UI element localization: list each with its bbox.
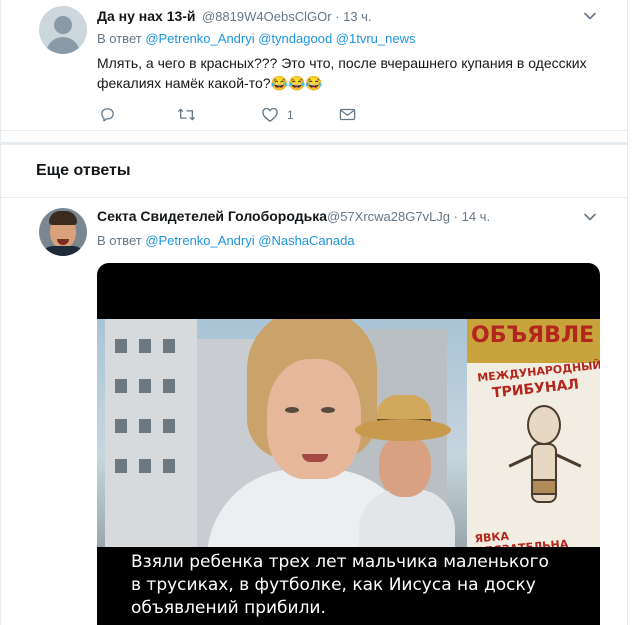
tweet-time[interactable]: · 14 ч. (454, 209, 490, 224)
twitter-replies-page: Да ну нах 13-й @8819W4OebsClGOr · 13 ч. … (0, 0, 640, 625)
tweet-author-name[interactable]: Секта Свидетелей Голобородька (97, 208, 327, 224)
woman-eye-shape (321, 407, 335, 413)
caption-line: в трусиках, в футболке, как Иисуса на до… (131, 575, 536, 595)
poster-title: ОБЪЯВЛЕ (471, 323, 595, 348)
avatar-photo[interactable] (39, 208, 87, 256)
media-photo-scene: ОБЪЯВЛЕ МЕЖДУНАРОДНЫЙ ТРИБУНАЛ ЯВКА ОБЯЗ… (97, 319, 600, 547)
reply-to-line: В ответ @Petrenko_Andryi @tyndagood @1tv… (97, 31, 415, 46)
caption-line: Взяли ребенка трех лет мальчика маленько… (131, 552, 549, 572)
woman-eye-shape (285, 407, 299, 413)
handle-text[interactable]: @57Xrcwa28G7vLJg (327, 209, 450, 224)
retweet-button[interactable] (177, 106, 261, 123)
tweet-text-line: Млять, а чего в красных??? Это что, посл… (97, 55, 587, 71)
tweet-author-name[interactable]: Да ну нах 13-й (97, 8, 196, 24)
section-title: Еще ответы (36, 162, 131, 179)
mention-link[interactable]: @tyndagood (258, 31, 332, 46)
heart-icon[interactable] (261, 106, 279, 123)
mention-link[interactable]: @Petrenko_Andryi (145, 31, 254, 46)
tweet-time[interactable]: · 13 ч. (335, 9, 371, 24)
cartoon-shorts-shape (531, 479, 557, 495)
retweet-icon[interactable] (177, 106, 196, 123)
reply-to-prefix: В ответ (97, 233, 146, 248)
like-count: 1 (287, 107, 294, 122)
frame-edge-right (627, 0, 628, 625)
tweet-media-image[interactable]: ОБЪЯВЛЕ МЕЖДУНАРОДНЫЙ ТРИБУНАЛ ЯВКА ОБЯЗ… (97, 263, 600, 625)
mention-link[interactable]: @Petrenko_Andryi (145, 233, 254, 248)
frame-edge-left (0, 0, 1, 625)
caption-line: объявлений прибили. (131, 598, 326, 618)
woman-mouth-shape (302, 454, 328, 462)
tweet-text: Млять, а чего в красных??? Это что, посл… (97, 53, 607, 93)
background-building (105, 319, 197, 547)
reply-to-prefix: В ответ (97, 31, 146, 46)
avatar-head-shape (54, 16, 72, 34)
media-caption: Взяли ребенка трех лет мальчика маленько… (131, 551, 571, 620)
divider (0, 130, 628, 131)
avatar-hair-shape (49, 211, 77, 225)
handle-text[interactable]: @8819W4OebsClGOr (202, 9, 332, 24)
divider (0, 197, 628, 198)
cartoon-head-shape (527, 405, 561, 445)
avatar-body-shape (46, 37, 80, 54)
mention-link[interactable]: @1tvru_news (336, 31, 416, 46)
reply-to-line: В ответ @Petrenko_Andryi @NashaCanada (97, 233, 355, 248)
tweet-author-handle[interactable]: @57Xrcwa28G7vLJg · 14 ч. (327, 209, 490, 224)
man-body-shape (359, 489, 455, 547)
mention-link[interactable]: @NashaCanada (258, 233, 354, 248)
chevron-down-icon[interactable] (584, 211, 596, 223)
reply-icon[interactable] (99, 106, 116, 123)
avatar-shirt-shape (41, 246, 85, 256)
man-face-shape (379, 435, 431, 497)
direct-message-button[interactable] (339, 107, 369, 122)
tweet-author-handle[interactable]: @8819W4OebsClGOr · 13 ч. (202, 9, 372, 24)
tweet-text-line: фекалиях намёк какой-то?😂😂😂 (97, 75, 323, 91)
avatar-default-egg[interactable] (39, 6, 87, 54)
reply-button[interactable] (99, 106, 177, 123)
chevron-down-icon[interactable] (584, 10, 596, 22)
envelope-icon[interactable] (339, 107, 356, 122)
man-hat-brim-shape (355, 419, 451, 441)
tweet-actions: 1 (99, 106, 369, 123)
section-gap (0, 142, 628, 145)
like-button[interactable]: 1 (261, 106, 339, 123)
